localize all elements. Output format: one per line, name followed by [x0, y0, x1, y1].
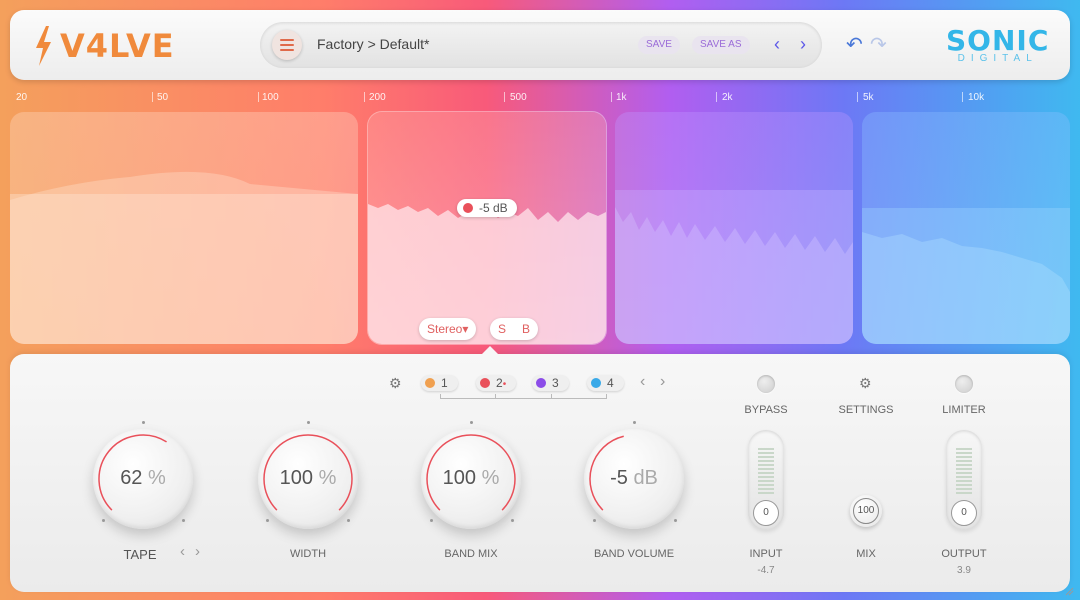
undo-button[interactable]: ↶: [846, 32, 863, 57]
bypass-label: BYPASS: [744, 404, 788, 416]
solo-bypass-group: S B: [490, 318, 538, 340]
tape-knob[interactable]: 62 %: [93, 429, 193, 529]
band-4-display[interactable]: [862, 112, 1070, 344]
band-mix-value: 100: [442, 467, 476, 489]
prev-preset-button[interactable]: ‹: [774, 34, 780, 55]
output-value: 3.9: [957, 565, 971, 576]
next-preset-button[interactable]: ›: [800, 34, 806, 55]
band-4-spectrum: [862, 208, 1070, 344]
band-3-spectrum: [615, 190, 853, 344]
preset-path[interactable]: Factory > Default*: [317, 36, 429, 52]
output-meter: [956, 448, 972, 494]
freq-label: 2k: [722, 92, 733, 103]
bolt-icon: [36, 26, 51, 66]
band-tab-rail: [440, 398, 607, 399]
freq-label: 100: [262, 92, 279, 103]
input-label: INPUT: [749, 548, 783, 560]
band-next-button[interactable]: ›: [660, 373, 665, 391]
output-fader-knob[interactable]: 0: [951, 500, 977, 526]
tape-value: 62: [120, 467, 143, 489]
mix-label: MIX: [856, 548, 876, 560]
brand-logo: SONIC DIGITAL: [946, 24, 1049, 64]
gear-icon[interactable]: ⚙: [389, 375, 402, 392]
brand-sub: DIGITAL: [957, 53, 1038, 64]
freq-label: 50: [157, 92, 169, 103]
band-bypass-button[interactable]: B: [522, 318, 530, 340]
width-value: 100: [279, 467, 313, 489]
band-2-display[interactable]: [368, 112, 606, 344]
width-knob[interactable]: 100 %: [258, 429, 358, 529]
bypass-toggle[interactable]: [757, 375, 775, 393]
freq-label: 1k: [616, 92, 627, 103]
resize-grip-icon[interactable]: [1064, 586, 1074, 596]
tape-prev-button[interactable]: ‹: [180, 543, 185, 560]
freq-label: 200: [369, 92, 386, 103]
freq-label: 20: [16, 92, 28, 103]
band-volume-label: BAND VOLUME: [593, 548, 675, 560]
band-prev-button[interactable]: ‹: [640, 373, 645, 391]
band-volume-knob[interactable]: -5 dB: [584, 429, 684, 529]
band-3-dot: [536, 378, 546, 388]
settings-label: SETTINGS: [838, 404, 894, 416]
preset-bar: Factory > Default* SAVE SAVE AS ‹ ›: [260, 22, 822, 68]
tape-label: TAPE: [123, 547, 157, 562]
app-name: V4LVE: [60, 27, 175, 65]
app-logo: V4LVE: [32, 26, 175, 66]
settings-gear-icon[interactable]: ⚙: [859, 375, 872, 392]
band-1-dot: [425, 378, 435, 388]
freq-label: 5k: [863, 92, 874, 103]
band-4-dot: [591, 378, 601, 388]
input-fader[interactable]: 0: [748, 430, 784, 530]
limiter-label: LIMITER: [942, 404, 986, 416]
stereo-mode-dropdown[interactable]: Stereo▾: [419, 318, 477, 340]
band-tab-4[interactable]: 4: [587, 375, 624, 391]
input-value: -4.7: [757, 565, 775, 576]
tape-next-button[interactable]: ›: [195, 543, 200, 560]
width-label: WIDTH: [289, 548, 327, 560]
band-tab-3[interactable]: 3: [532, 375, 569, 391]
band-2-dot: [480, 378, 490, 388]
band-1-display[interactable]: [10, 112, 358, 344]
top-bar: V4LVE Factory > Default* SAVE SAVE AS ‹ …: [10, 10, 1070, 80]
band-1-spectrum: [10, 171, 358, 344]
band-volume-value: -5: [610, 467, 628, 489]
save-button[interactable]: SAVE: [638, 36, 680, 54]
mix-knob[interactable]: 100: [850, 495, 882, 527]
save-as-button[interactable]: SAVE AS: [692, 36, 750, 54]
output-fader[interactable]: 0: [946, 430, 982, 530]
band-mix-knob[interactable]: 100 %: [421, 429, 521, 529]
menu-button[interactable]: [272, 30, 302, 60]
hamburger-icon: [280, 39, 294, 41]
output-label: OUTPUT: [941, 548, 987, 560]
band-color-dot: [463, 203, 473, 213]
band-tab-1[interactable]: 1: [421, 375, 458, 391]
band-gain-badge[interactable]: -5 dB: [457, 199, 517, 217]
freq-label: 500: [510, 92, 527, 103]
freq-label: 10k: [968, 92, 985, 103]
band-3-display[interactable]: [615, 112, 853, 344]
limiter-toggle[interactable]: [955, 375, 973, 393]
redo-button[interactable]: ↷: [870, 32, 887, 57]
input-meter: [758, 448, 774, 494]
band-2-spectrum: [368, 204, 606, 344]
band-pointer: [480, 346, 500, 356]
input-fader-knob[interactable]: 0: [753, 500, 779, 526]
band-gain-value: -5 dB: [479, 201, 508, 215]
band-mix-label: BAND MIX: [444, 548, 498, 560]
solo-button[interactable]: S: [498, 318, 506, 340]
band-tab-2[interactable]: 2•: [476, 375, 517, 391]
